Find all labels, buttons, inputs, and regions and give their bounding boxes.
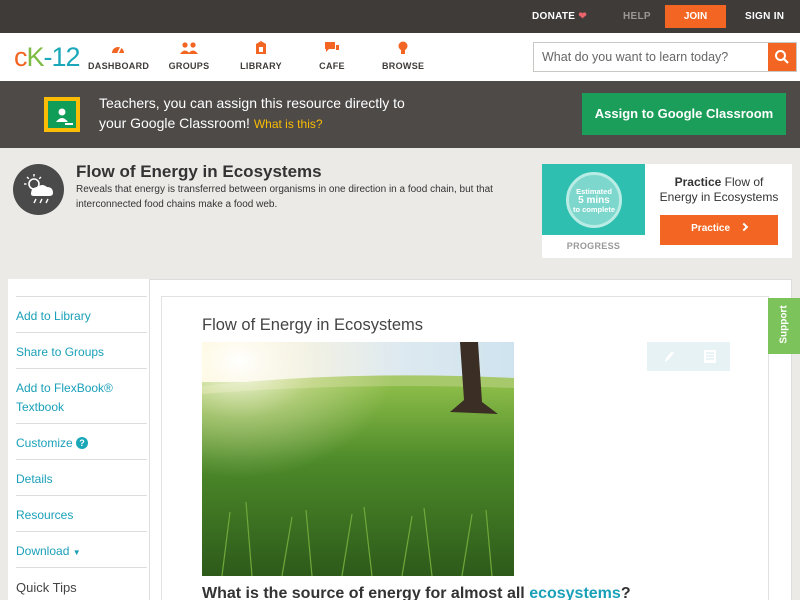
estimate-panel: Estimated 5 mins to complete bbox=[542, 164, 645, 235]
lesson-tools bbox=[647, 342, 730, 371]
notes-button[interactable] bbox=[689, 342, 730, 371]
concept-title: Flow of Energy in Ecosystems bbox=[76, 162, 322, 181]
heart-icon: ❤ bbox=[578, 11, 588, 22]
grass-photo bbox=[202, 342, 514, 576]
download-link[interactable]: Download ▼ bbox=[16, 531, 147, 567]
banner-line-1: Teachers, you can assign this resource d… bbox=[99, 95, 405, 111]
nav-cafe[interactable]: CAFE bbox=[318, 41, 346, 71]
lesson-title: Flow of Energy in Ecosystems bbox=[202, 316, 423, 334]
donate-label: DONATE bbox=[532, 11, 576, 22]
google-classroom-icon bbox=[44, 97, 80, 132]
dashboard-icon bbox=[112, 46, 124, 54]
search-button[interactable] bbox=[768, 43, 796, 71]
cafe-icon bbox=[325, 42, 339, 52]
banner-message: Teachers, you can assign this resource d… bbox=[99, 93, 439, 134]
library-icon bbox=[256, 41, 266, 54]
to-complete-label: to complete bbox=[572, 205, 616, 214]
sign-in-link[interactable]: SIGN IN bbox=[745, 0, 784, 33]
estimated-minutes: 5 mins bbox=[578, 195, 610, 206]
practice-word: Practice bbox=[674, 175, 722, 189]
banner-line-2: your Google Classroom! bbox=[99, 115, 250, 131]
quick-tips-heading: Quick Tips bbox=[16, 567, 147, 600]
logo-k: K bbox=[26, 42, 45, 72]
nav-browse[interactable]: BROWSE bbox=[382, 41, 424, 71]
share-to-groups-link[interactable]: Share to Groups bbox=[16, 332, 147, 368]
progress-label: PROGRESS bbox=[566, 241, 621, 251]
help-link[interactable]: HELP bbox=[623, 0, 651, 33]
add-to-library-link[interactable]: Add to Library bbox=[16, 296, 147, 332]
pencil-icon bbox=[665, 351, 674, 362]
weather-icon bbox=[13, 164, 64, 215]
help-icon[interactable]: ? bbox=[76, 437, 89, 449]
logo-12: 12 bbox=[51, 42, 81, 72]
question-text: What is the source of energy for almost … bbox=[202, 585, 525, 600]
practice-title: Practice Flow of Energy in Ecosystems bbox=[654, 175, 784, 205]
sidebar: Add to Library Share to Groups Add to Fl… bbox=[8, 279, 150, 600]
search-box bbox=[533, 42, 797, 72]
concept-description: Reveals that energy is transferred betwe… bbox=[76, 184, 493, 210]
nav-library[interactable]: LIBRARY bbox=[240, 41, 282, 71]
nav-groups[interactable]: GROUPS bbox=[168, 41, 210, 71]
question-mark: ? bbox=[620, 585, 631, 600]
ck12-logo[interactable]: cK-12 bbox=[14, 42, 81, 73]
groups-icon bbox=[180, 42, 198, 54]
chevron-right-icon bbox=[739, 222, 749, 232]
donate-link[interactable]: DONATE ❤ bbox=[532, 0, 587, 33]
nav-browse-label: BROWSE bbox=[382, 61, 425, 71]
main-nav: cK-12 DASHBOARD GROUPS LIBRARY CAFE BROW… bbox=[0, 33, 800, 81]
caret-down-icon: ▼ bbox=[72, 548, 81, 557]
assign-to-google-classroom-button[interactable]: Assign to Google Classroom bbox=[582, 93, 786, 135]
add-to-flexbook-link[interactable]: Add to FlexBook® Textbook bbox=[16, 368, 147, 423]
search-icon bbox=[775, 50, 789, 64]
nav-groups-label: GROUPS bbox=[168, 61, 210, 71]
download-label: Download bbox=[16, 544, 70, 558]
top-bar: DONATE ❤ HELP JOIN SIGN IN bbox=[0, 0, 800, 33]
practice-card: Estimated 5 mins to complete PROGRESS Pr… bbox=[542, 164, 792, 258]
notes-icon bbox=[704, 350, 716, 363]
nav-dashboard[interactable]: DASHBOARD bbox=[88, 41, 150, 71]
nav-dashboard-label: DASHBOARD bbox=[88, 61, 150, 71]
annotate-button[interactable] bbox=[647, 342, 688, 371]
google-classroom-banner: Teachers, you can assign this resource d… bbox=[0, 81, 800, 148]
logo-c: c bbox=[14, 42, 27, 72]
join-button[interactable]: JOIN bbox=[665, 5, 726, 28]
browse-icon bbox=[398, 41, 408, 54]
what-is-this-link[interactable]: What is this? bbox=[254, 117, 323, 131]
support-label: Support bbox=[778, 305, 790, 344]
resources-link[interactable]: Resources bbox=[16, 495, 147, 531]
support-tab[interactable]: Support bbox=[768, 298, 800, 354]
nav-cafe-label: CAFE bbox=[319, 61, 345, 71]
lesson-question: What is the source of energy for almost … bbox=[202, 585, 631, 600]
customize-label: Customize bbox=[16, 436, 73, 450]
practice-button-label: Practice bbox=[691, 223, 731, 234]
nav-library-label: LIBRARY bbox=[240, 61, 282, 71]
customize-link[interactable]: Customize ? bbox=[16, 423, 147, 459]
details-link[interactable]: Details bbox=[16, 459, 147, 495]
practice-button[interactable]: Practice bbox=[660, 215, 778, 245]
estimate-badge: Estimated 5 mins to complete bbox=[566, 172, 622, 228]
ecosystems-link[interactable]: ecosystems bbox=[529, 585, 621, 600]
logo-dash: - bbox=[43, 42, 53, 72]
search-input[interactable] bbox=[534, 43, 768, 71]
